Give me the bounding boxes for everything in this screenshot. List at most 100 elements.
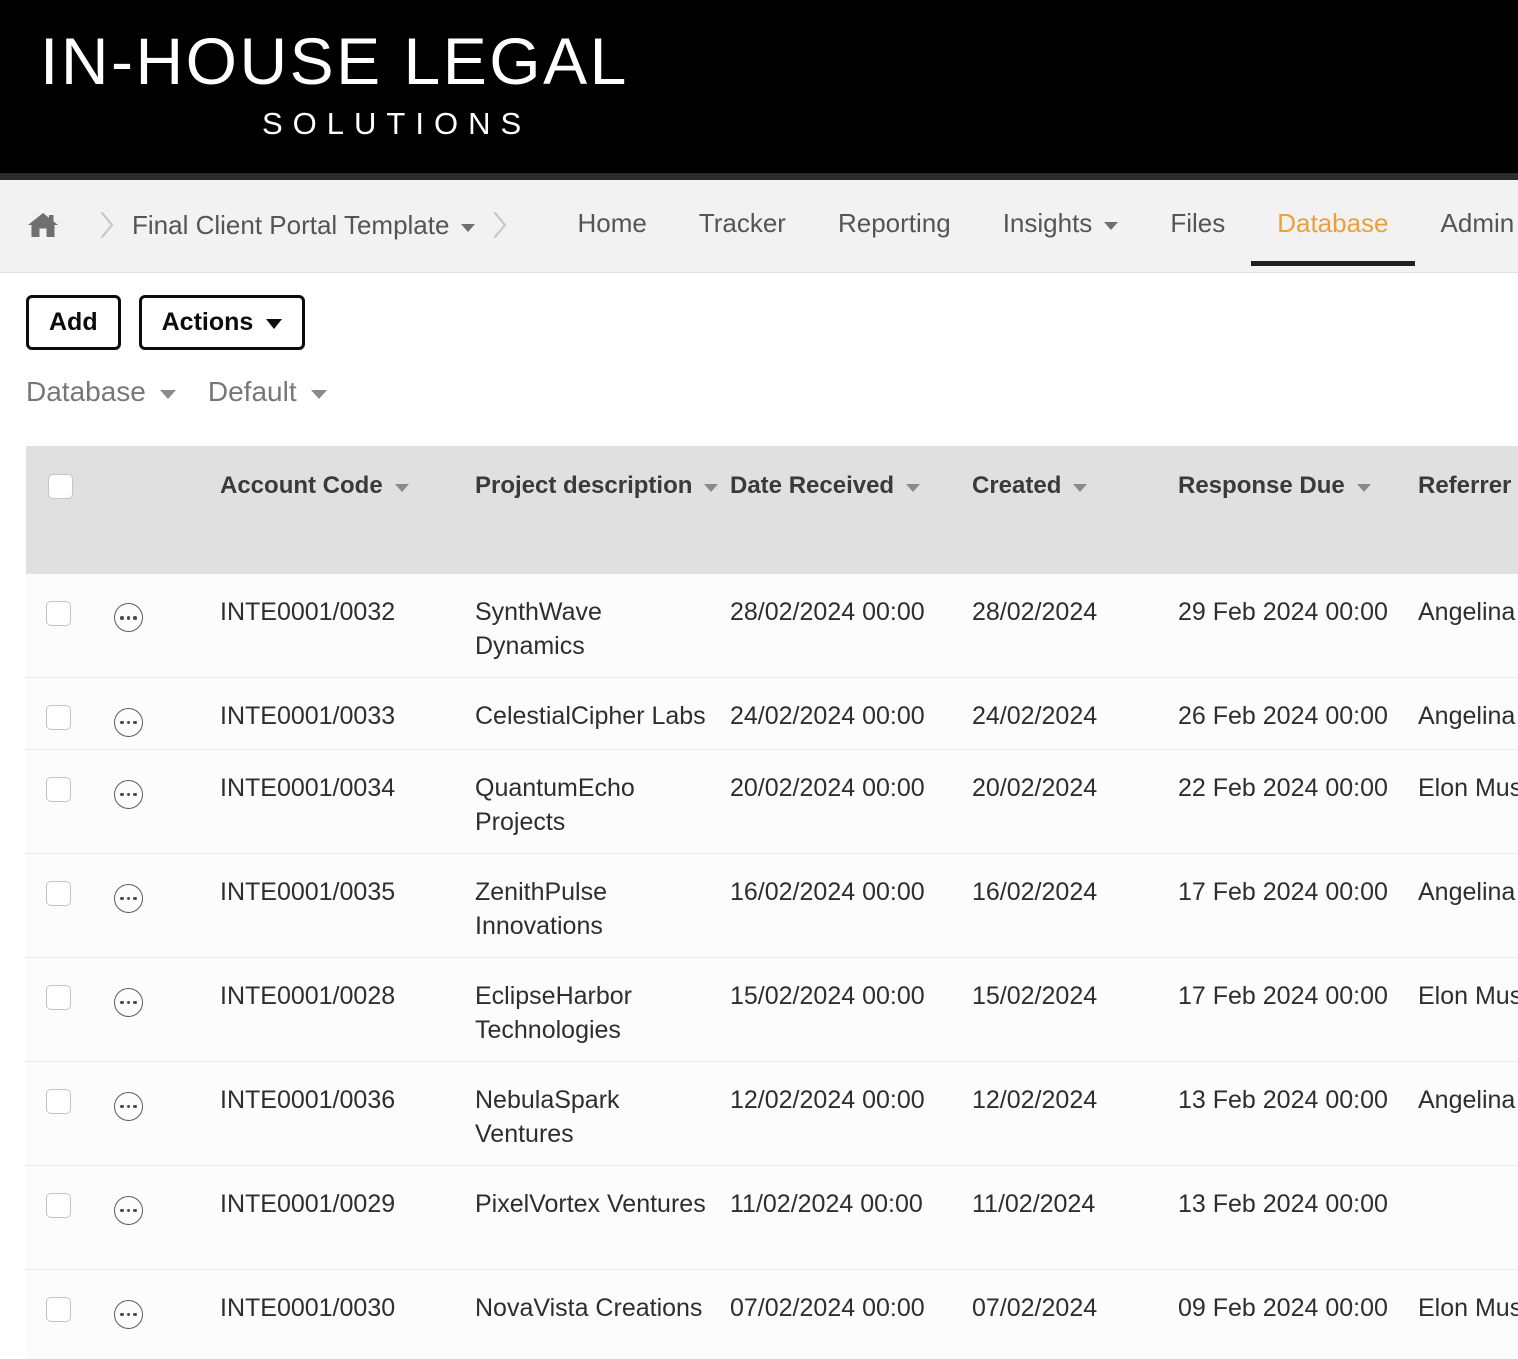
cell-text: INTE0001/0033 [220,702,396,731]
column-label-referrer: Referrer [1418,471,1512,499]
table-row[interactable]: INTE0001/0033 CelestialCipher Labs 24/02/2… [26,677,1518,751]
database-selector-label: Database [26,375,146,407]
cell-date_received: 11/02/2024 00:00 [730,1165,972,1271]
cell-response_due: 09 Feb 2024 00:00 [1178,1269,1418,1359]
row-ellipsis-menu-icon[interactable] [114,883,143,913]
add-button[interactable]: Add [26,295,121,350]
home-icon[interactable] [26,210,60,240]
cell-text: 07/02/2024 00:00 [730,1294,925,1323]
caret-down-icon [1356,483,1371,492]
column-header-referrer[interactable]: Referrer [1418,445,1518,574]
cell-text: INTE0001/0028 [220,982,396,1011]
column-header-project-description[interactable]: Project description [475,445,730,574]
tab-reporting[interactable]: Reporting [812,180,977,266]
cell-project_description: ZenithPulse Innovations [475,853,730,959]
cell-created: 07/02/2024 [972,1269,1178,1359]
cell-date_received: 12/02/2024 00:00 [730,1061,972,1167]
caret-down-icon [159,390,176,400]
nav-tab-list: Home Tracker Reporting Insights Files Da… [551,180,1518,270]
cell-response_due: 22 Feb 2024 00:00 [1178,749,1418,855]
brand-subtitle: SOLUTIONS [262,106,532,141]
cell-referrer: Angelina J [1418,853,1518,959]
cell-text: 07/02/2024 [972,1294,1098,1323]
cell-text: 11/02/2024 00:00 [730,1190,923,1219]
breadcrumb-portal-selector[interactable]: Final Client Portal Template [132,210,476,241]
cell-account_code: INTE0001/0029 [220,1165,475,1271]
brand-underbar [0,173,1518,180]
cell-created: 15/02/2024 [972,957,1178,1063]
actions-button[interactable]: Actions [138,295,306,350]
select-all-checkbox[interactable] [48,473,73,499]
row-select-checkbox[interactable] [46,1193,71,1219]
caret-down-icon [394,483,409,492]
database-table-container: Account Code Project description Date Re… [26,445,1518,1359]
row-select-cell [26,1061,88,1167]
table-row[interactable]: INTE0001/0030 NovaVista Creations 07/02/20… [26,1269,1518,1359]
cell-date_received: 28/02/2024 00:00 [730,573,972,679]
view-selectors: Database Default [0,350,1518,408]
tab-tracker[interactable]: Tracker [673,180,812,266]
tab-admin[interactable]: Admin [1415,180,1518,266]
cell-account_code: INTE0001/0028 [220,957,475,1063]
table-row[interactable]: INTE0001/0034 QuantumEcho Projects 20/02/2… [26,749,1518,855]
row-select-checkbox[interactable] [46,600,71,626]
cell-date_received: 16/02/2024 00:00 [730,853,972,959]
database-selector[interactable]: Database [26,376,176,408]
tab-insights[interactable]: Insights [977,180,1145,266]
tab-database[interactable]: Database [1251,180,1415,266]
cell-text: 28/02/2024 [972,597,1098,626]
row-menu-cell [88,1061,220,1167]
row-menu-cell [88,1269,220,1359]
row-ellipsis-menu-icon[interactable] [114,987,143,1017]
row-select-checkbox[interactable] [46,777,71,803]
cell-text: INTE0001/0036 [220,1086,396,1115]
row-select-checkbox[interactable] [46,985,71,1011]
caret-down-icon [906,483,921,492]
cell-text: 16/02/2024 [972,878,1098,907]
cell-referrer: Elon Musk [1418,1269,1518,1359]
table-row[interactable]: INTE0001/0036 NebulaSpark Ventures 12/02/2… [26,1061,1518,1167]
row-ellipsis-menu-icon[interactable] [114,779,143,809]
cell-text: Angelina J [1418,878,1518,907]
cell-text: 11/02/2024 [972,1190,1096,1219]
tab-files[interactable]: Files [1144,180,1251,266]
row-menu-cell [88,853,220,959]
column-header-date-received[interactable]: Date Received [730,445,972,574]
row-select-checkbox[interactable] [46,1297,71,1323]
view-selector[interactable]: Default [208,376,327,408]
row-menu-header [88,445,220,574]
breadcrumb-separator-icon [96,208,118,242]
table-row[interactable]: INTE0001/0032 SynthWave Dynamics 28/02/202… [26,573,1518,679]
cell-text: CelestialCipher Labs [475,702,706,731]
cell-response_due: 26 Feb 2024 00:00 [1178,677,1418,751]
cell-text: Angelina J [1418,597,1518,626]
cell-text: 22 Feb 2024 00:00 [1178,774,1388,803]
row-ellipsis-menu-icon[interactable] [114,1299,143,1329]
tab-home[interactable]: Home [551,180,672,266]
column-header-response-due[interactable]: Response Due [1178,445,1418,574]
cell-created: 12/02/2024 [972,1061,1178,1167]
tab-database-label: Database [1277,207,1389,238]
cell-created: 28/02/2024 [972,573,1178,679]
row-select-checkbox[interactable] [46,705,71,731]
table-header-row: Account Code Project description Date Re… [26,445,1518,574]
row-ellipsis-menu-icon[interactable] [114,1195,143,1225]
cell-text: INTE0001/0034 [220,774,396,803]
row-select-checkbox[interactable] [46,1089,71,1115]
column-header-created[interactable]: Created [972,445,1178,574]
cell-text: 17 Feb 2024 00:00 [1178,878,1388,907]
column-label-response-due: Response Due [1178,471,1345,499]
row-select-checkbox[interactable] [46,881,71,907]
row-ellipsis-menu-icon[interactable] [114,1091,143,1121]
cell-text: INTE0001/0029 [220,1190,396,1219]
column-header-account-code[interactable]: Account Code [220,445,475,574]
table-row[interactable]: INTE0001/0035 ZenithPulse Innovations 16/0… [26,853,1518,959]
tab-reporting-label: Reporting [837,207,951,238]
row-menu-cell [88,677,220,751]
cell-date_received: 07/02/2024 00:00 [730,1269,972,1359]
table-row[interactable]: INTE0001/0029 PixelVortex Ventures 11/02/2… [26,1165,1518,1271]
row-ellipsis-menu-icon[interactable] [114,707,143,737]
row-select-cell [26,853,88,959]
table-row[interactable]: INTE0001/0028 EclipseHarbor Technologies 1… [26,957,1518,1063]
row-ellipsis-menu-icon[interactable] [114,603,143,633]
